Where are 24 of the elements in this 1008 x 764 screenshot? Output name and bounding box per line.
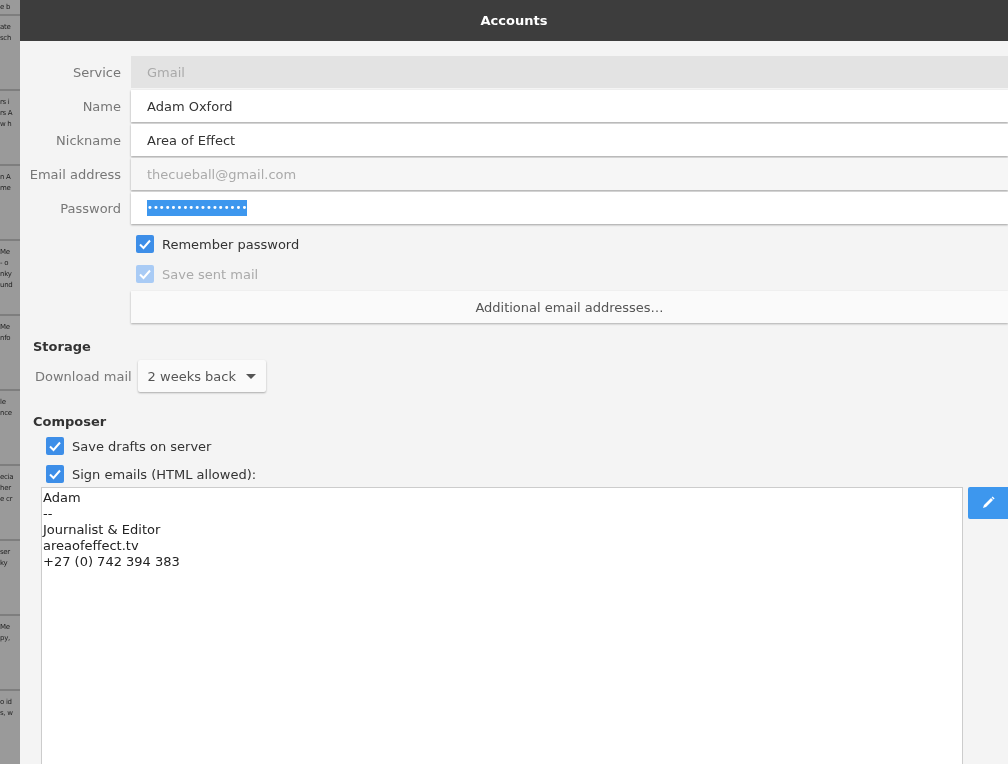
caret-icon	[245, 373, 256, 379]
section-heading: Composer	[33, 414, 108, 429]
checkbox-label: Sign emails (HTML allowed):	[72, 466, 257, 482]
field-label: Download mail	[35, 368, 132, 384]
field-label: Service	[71, 64, 122, 80]
signature-field[interactable]: Adam -- Journalist & Editor areaofeffect.tv +27 (0) 742 394 383	[41, 487, 964, 764]
field-label: Name	[81, 98, 122, 114]
checkbox[interactable]	[136, 235, 154, 253]
field-label: Email address	[28, 166, 122, 182]
checkbox[interactable]	[46, 465, 64, 483]
section-heading: Storage	[33, 339, 92, 354]
text-field[interactable]: Adam Oxford	[131, 90, 1008, 122]
field-label: Password	[59, 200, 122, 216]
window-title: Accounts	[480, 13, 548, 28]
checkbox-label: Remember password	[162, 236, 300, 252]
text-field[interactable]: Area of Effect	[131, 124, 1008, 156]
download-dropdown[interactable]: 2 weeks back	[137, 360, 266, 392]
checkbox-label: Save sent mail	[162, 266, 259, 282]
checkbox-label: Save drafts on server	[72, 438, 212, 454]
additional-addresses-button[interactable]: Additional email addresses…	[131, 291, 1008, 323]
edit-button[interactable]	[968, 487, 1008, 519]
checkbox[interactable]	[46, 437, 64, 455]
pencil-icon	[980, 495, 997, 511]
field-label: Nickname	[55, 132, 122, 148]
